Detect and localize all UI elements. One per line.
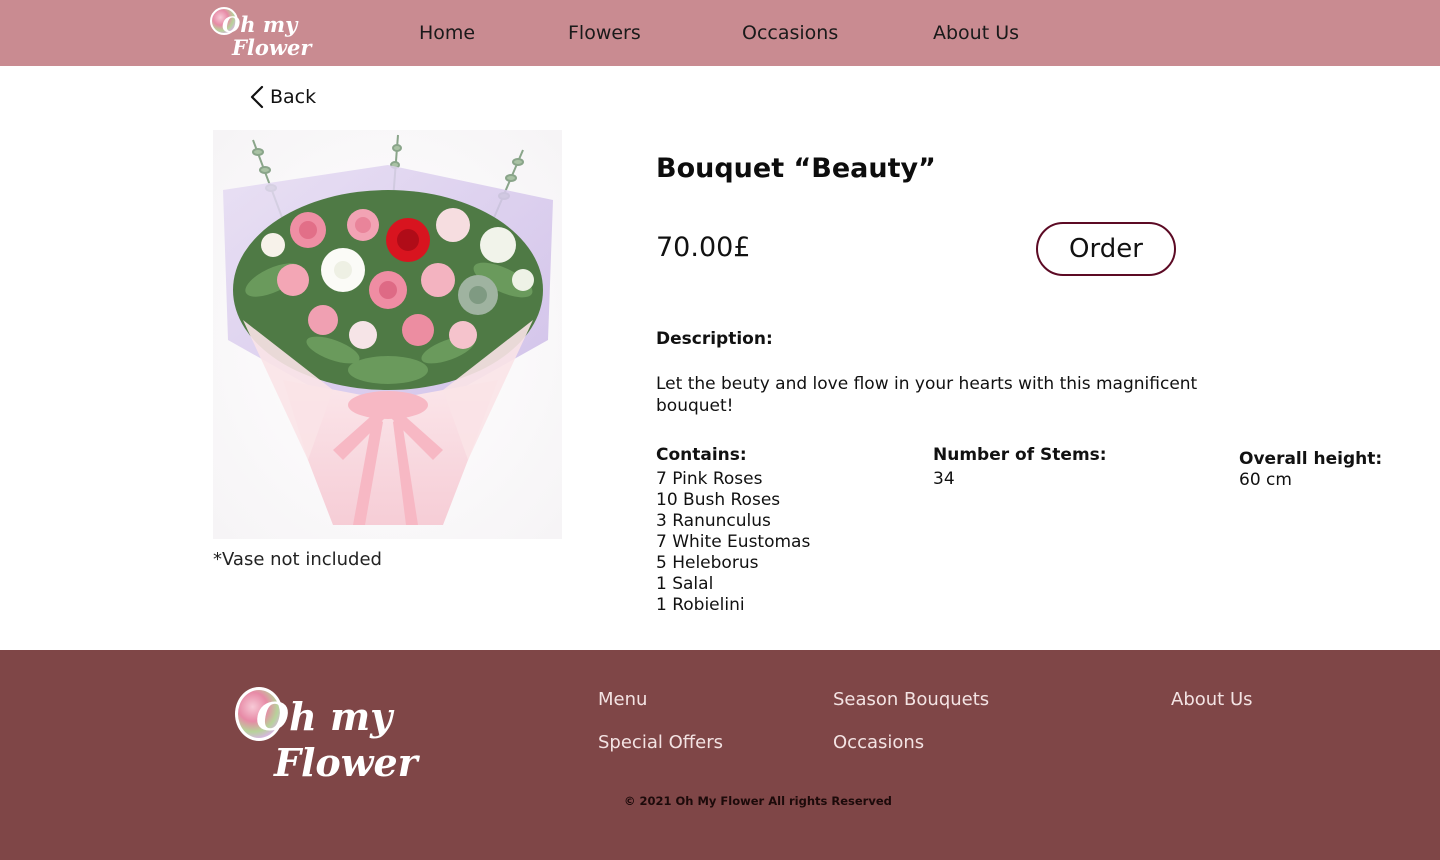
nav-about-us[interactable]: About Us (933, 22, 1019, 44)
contains-item: 1 Robielini (656, 595, 745, 615)
stems-value: 34 (933, 469, 955, 489)
product-price: 70.00£ (656, 232, 751, 263)
logo-text-line1: Oh my (222, 12, 298, 37)
footer-link-special-offers[interactable]: Special Offers (598, 732, 723, 753)
footer-logo[interactable]: Oh my Flower (234, 686, 418, 790)
bouquet-image (213, 130, 562, 539)
contains-list: 7 Pink Roses 10 Bush Roses 3 Ranunculus … (656, 469, 810, 616)
footer-link-occasions[interactable]: Occasions (833, 732, 924, 753)
contains-item: 7 White Eustomas (656, 532, 811, 552)
height-label: Overall height: (1239, 449, 1383, 469)
footer-link-season-bouquets[interactable]: Season Bouquets (833, 689, 989, 710)
stems-label: Number of Stems: (933, 445, 1107, 465)
logo-text-line2: Flower (232, 35, 312, 60)
nav-flowers[interactable]: Flowers (568, 22, 641, 44)
footer-logo-text-line2: Flower (274, 740, 418, 785)
product-title: Bouquet “Beauty” (656, 153, 936, 184)
back-label: Back (270, 86, 317, 108)
description-label: Description: (656, 329, 773, 349)
nav-occasions[interactable]: Occasions (742, 22, 838, 44)
copyright-text: © 2021 Oh My Flower All rights Reserved (624, 794, 892, 808)
contains-item: 5 Heleborus (656, 553, 759, 573)
nav-home[interactable]: Home (419, 22, 475, 44)
back-link[interactable]: Back (248, 84, 316, 110)
contains-label: Contains: (656, 445, 747, 465)
header-logo[interactable]: Oh my Flower (210, 6, 312, 62)
vase-note: *Vase not included (213, 549, 382, 570)
footer-logo-text-line1: Oh my (256, 694, 393, 739)
chevron-left-icon (250, 85, 264, 109)
contains-item: 10 Bush Roses (656, 490, 781, 510)
top-navbar: Oh my Flower Home Flowers Occasions Abou… (0, 0, 1440, 66)
height-value: 60 cm (1239, 470, 1292, 490)
description-text: Let the beuty and love flow in your hear… (656, 374, 1198, 416)
footer-link-about-us[interactable]: About Us (1171, 689, 1253, 710)
contains-item: 7 Pink Roses (656, 469, 763, 489)
footer: Oh my Flower Menu Season Bouquets About … (0, 650, 1440, 860)
contains-item: 1 Salal (656, 574, 714, 594)
order-button[interactable]: Order (1036, 222, 1176, 276)
footer-link-menu[interactable]: Menu (598, 689, 647, 710)
contains-item: 3 Ranunculus (656, 511, 771, 531)
